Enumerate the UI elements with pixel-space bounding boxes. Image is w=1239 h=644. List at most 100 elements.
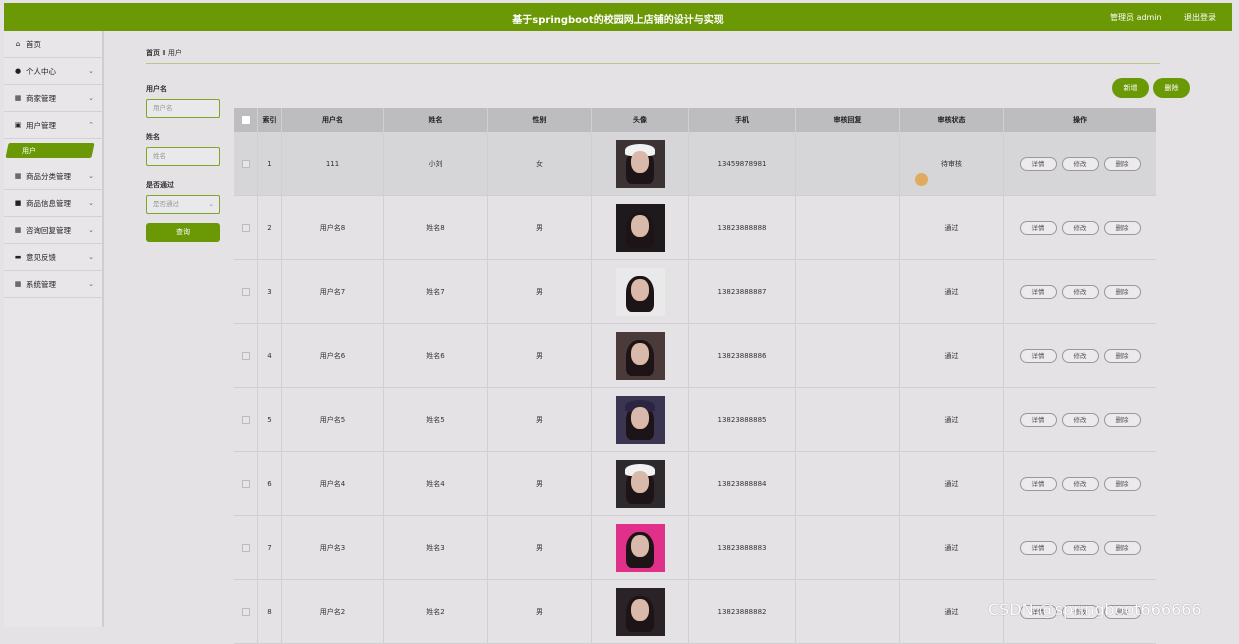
detail-button[interactable]: 详情 [1019, 348, 1057, 363]
edit-button[interactable]: 修改 [1061, 476, 1099, 491]
row-checkbox[interactable] [241, 543, 250, 552]
name-label: 姓名 [146, 133, 160, 141]
cell-name: 姓名4 [384, 452, 488, 515]
row-checkbox[interactable] [241, 223, 250, 232]
cell-name: 姓名6 [384, 324, 488, 387]
chevron-up-icon: ⌃ [88, 121, 94, 129]
cell-index: 4 [258, 324, 282, 387]
row-checkbox[interactable] [241, 287, 250, 296]
detail-button[interactable]: 详情 [1019, 156, 1057, 171]
cell-reply [796, 580, 900, 643]
row-delete-button[interactable]: 删除 [1103, 540, 1141, 555]
sidebar-item-label: 首页 [26, 39, 41, 49]
top-bar: 基于springboot的校园网上店铺的设计与实现 管理员 admin 退出登录 [4, 3, 1232, 31]
cell-phone: 13823888882 [689, 580, 796, 643]
row-checkbox[interactable] [241, 415, 250, 424]
cell-status: 通过 [900, 388, 1004, 451]
cell-gender: 男 [488, 580, 592, 643]
header-avatar: 头像 [592, 108, 689, 132]
sidebar-subitem-user[interactable]: 用户 [4, 139, 102, 163]
avatar [615, 331, 665, 380]
sidebar-item-personal[interactable]: ● 个人中心 ⌄ [4, 58, 102, 85]
edit-button[interactable]: 修改 [1061, 348, 1099, 363]
cell-username: 用户名7 [282, 260, 384, 323]
row-checkbox[interactable] [241, 607, 250, 616]
header-gender: 性别 [488, 108, 592, 132]
cell-name: 姓名5 [384, 388, 488, 451]
cell-reply [796, 196, 900, 259]
chevron-down-icon: ⌄ [88, 199, 94, 207]
cell-username: 用户名4 [282, 452, 384, 515]
detail-button[interactable]: 详情 [1019, 220, 1057, 235]
add-button[interactable]: 新增 [1112, 78, 1149, 98]
cell-status: 通过 [900, 516, 1004, 579]
sidebar-item-label: 意见反馈 [26, 252, 56, 262]
cell-index: 8 [258, 580, 282, 643]
breadcrumb-home[interactable]: 首页 [146, 49, 160, 57]
row-delete-button[interactable]: 删除 [1103, 348, 1141, 363]
edit-button[interactable]: 修改 [1061, 220, 1099, 235]
sidebar-item-users[interactable]: ▣ 用户管理 ⌃ [4, 112, 102, 139]
cell-phone: 13823888888 [689, 196, 796, 259]
avatar [615, 459, 665, 508]
edit-button[interactable]: 修改 [1061, 156, 1099, 171]
row-checkbox[interactable] [241, 159, 250, 168]
cell-reply [796, 516, 900, 579]
cell-status: 通过 [900, 260, 1004, 323]
cell-status: 通过 [900, 196, 1004, 259]
sidebar-item-home[interactable]: ⌂ 首页 [4, 31, 102, 58]
row-delete-button[interactable]: 删除 [1103, 476, 1141, 491]
row-checkbox[interactable] [241, 479, 250, 488]
table-row: 1 111 小刘 女 13459878981 待审核 详情 修改 删除 [234, 132, 1156, 196]
sidebar-item-merchant[interactable]: ▦ 商家管理 ⌄ [4, 85, 102, 112]
row-delete-button[interactable]: 删除 [1103, 284, 1141, 299]
row-delete-button[interactable]: 删除 [1103, 156, 1141, 171]
cell-reply [796, 324, 900, 387]
sidebar-item-label: 商家管理 [26, 93, 56, 103]
cell-phone: 13823888883 [689, 516, 796, 579]
detail-button[interactable]: 详情 [1019, 284, 1057, 299]
header-status: 审核状态 [900, 108, 1004, 132]
approved-select[interactable]: 是否通过 ⌄ [146, 195, 220, 214]
grid-icon: ▦ [14, 94, 22, 102]
edit-button[interactable]: 修改 [1061, 412, 1099, 427]
name-input[interactable]: 姓名 [146, 147, 220, 166]
username-input[interactable]: 用户名 [146, 99, 220, 118]
cell-reply [796, 132, 900, 195]
sidebar-item-category[interactable]: ▦ 商品分类管理 ⌄ [4, 163, 102, 190]
query-button[interactable]: 查询 [146, 223, 220, 242]
row-delete-button[interactable]: 删除 [1103, 220, 1141, 235]
cell-username: 用户名5 [282, 388, 384, 451]
edit-button[interactable]: 修改 [1061, 540, 1099, 555]
delete-button[interactable]: 删除 [1153, 78, 1190, 98]
sidebar-item-product[interactable]: ■ 商品信息管理 ⌄ [4, 190, 102, 217]
sidebar-item-feedback[interactable]: ▬ 意见反馈 ⌄ [4, 244, 102, 271]
cell-gender: 男 [488, 516, 592, 579]
cell-gender: 男 [488, 324, 592, 387]
grid-icon: ▦ [14, 280, 22, 288]
logout-link[interactable]: 退出登录 [1184, 12, 1216, 23]
select-all-checkbox[interactable] [241, 116, 250, 124]
detail-button[interactable]: 详情 [1019, 412, 1057, 427]
header-phone: 手机 [689, 108, 796, 132]
cell-phone: 13823888884 [689, 452, 796, 515]
row-checkbox[interactable] [241, 351, 250, 360]
chevron-down-icon: ⌄ [88, 226, 94, 234]
cell-phone: 13459878981 [689, 132, 796, 195]
header-username: 用户名 [282, 108, 384, 132]
sidebar-item-system[interactable]: ▦ 系统管理 ⌄ [4, 271, 102, 298]
detail-button[interactable]: 详情 [1019, 476, 1057, 491]
approved-select-placeholder: 是否通过 [153, 200, 179, 208]
chevron-down-icon: ⌄ [88, 67, 94, 75]
cell-gender: 女 [488, 132, 592, 195]
box-icon: ■ [14, 199, 22, 207]
detail-button[interactable]: 详情 [1019, 540, 1057, 555]
edit-button[interactable]: 修改 [1061, 284, 1099, 299]
cell-phone: 13823888886 [689, 324, 796, 387]
sidebar-item-consult[interactable]: ▦ 咨询回复管理 ⌄ [4, 217, 102, 244]
row-delete-button[interactable]: 删除 [1103, 412, 1141, 427]
active-indicator [5, 143, 95, 158]
cell-name: 小刘 [384, 132, 488, 195]
cell-reply [796, 452, 900, 515]
cell-index: 3 [258, 260, 282, 323]
